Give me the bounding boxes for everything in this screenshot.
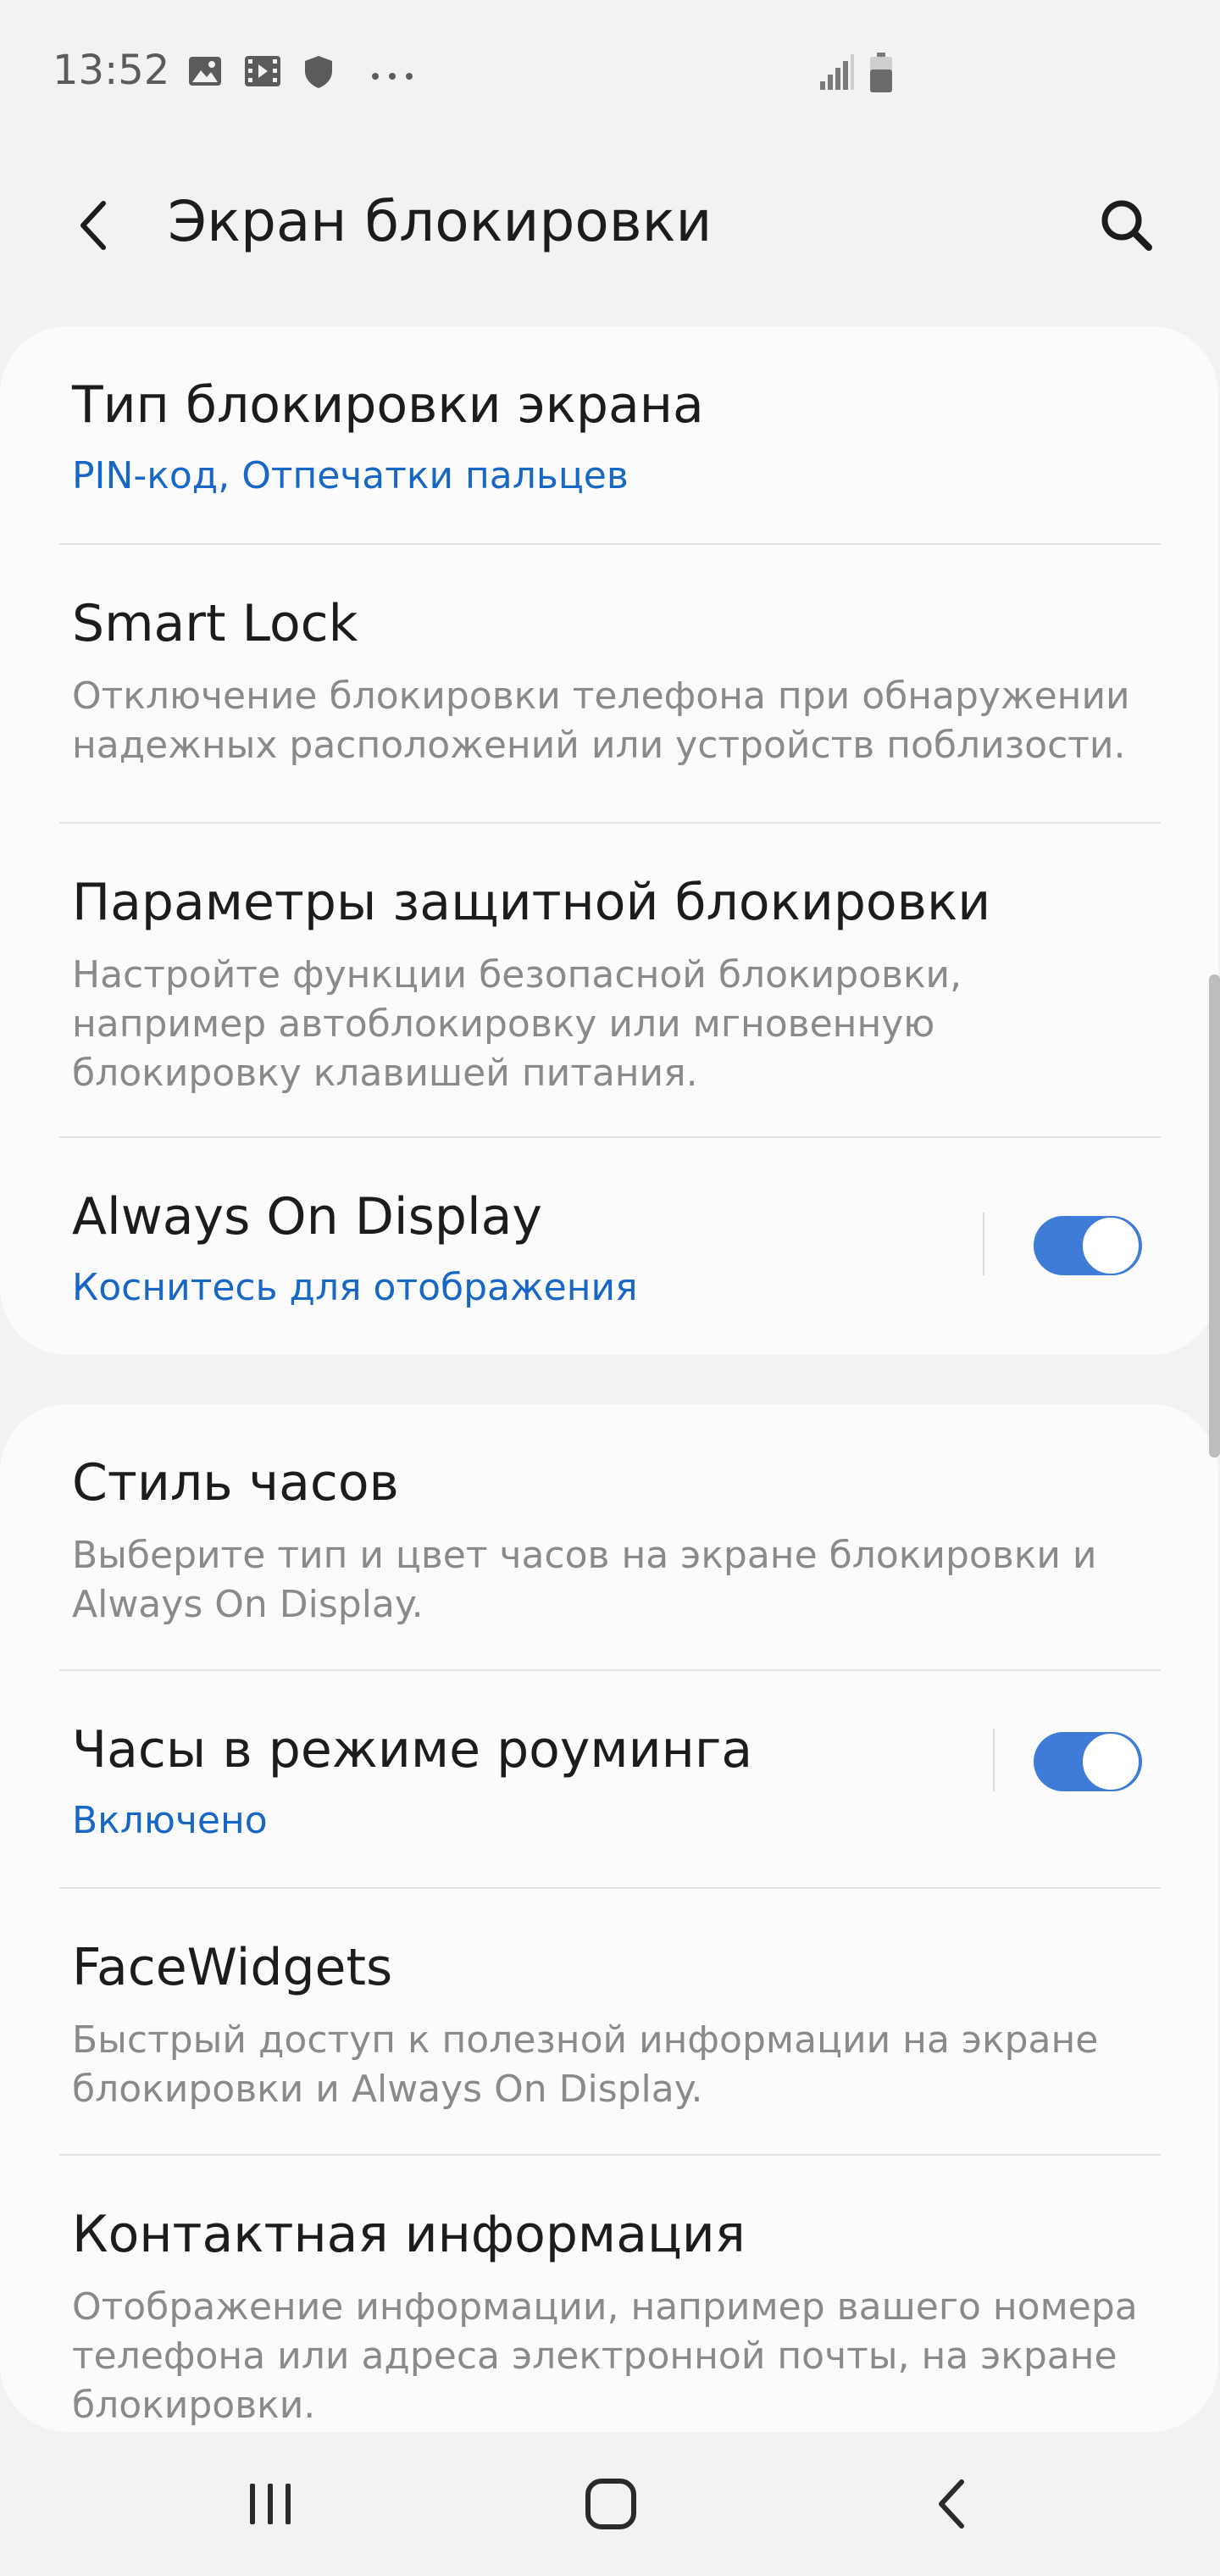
item-subtitle: Отключение блокировки телефона при обнар… (72, 675, 1130, 767)
roaming-clock-toggle[interactable] (1034, 1732, 1142, 1791)
clock-settings-card: Стиль часов Выберите тип и цвет часов на… (0, 1404, 1218, 2432)
video-icon (244, 54, 281, 92)
home-button[interactable] (547, 2457, 674, 2551)
item-subtitle: Коснитесь для отображения (72, 1266, 638, 1309)
search-icon (1101, 200, 1152, 251)
navigation-bar (0, 2440, 1220, 2576)
back-button[interactable] (59, 183, 127, 268)
screen: 13:52 Экран блокировки Тип блокировки эк… (0, 0, 1220, 2576)
back-icon (939, 2479, 964, 2529)
list-item-contact-info[interactable]: Контактная информация Отображение информ… (0, 2156, 1218, 2432)
search-button[interactable] (1084, 183, 1169, 268)
battery-icon (869, 53, 893, 97)
scrollbar[interactable] (1209, 974, 1220, 1457)
list-item-facewidgets[interactable]: FaceWidgets Быстрый доступ к полезной ин… (0, 1889, 1218, 2155)
recent-apps-icon (250, 2484, 291, 2524)
roaming-clock-toggle-area (993, 1713, 1188, 1807)
list-item-always-on-display[interactable]: Always On Display Коснитесь для отображе… (0, 1138, 1218, 1355)
list-item-smart-lock[interactable]: Smart Lock Отключение блокировки телефон… (0, 545, 1218, 823)
list-item-clock-style[interactable]: Стиль часов Выберите тип и цвет часов на… (0, 1404, 1218, 1670)
nav-back-button[interactable] (888, 2457, 1015, 2551)
signal-icon (820, 53, 854, 95)
recent-apps-button[interactable] (207, 2457, 334, 2551)
item-title: Smart Lock (72, 594, 358, 653)
item-title: Контактная информация (72, 2205, 746, 2264)
page-title: Экран блокировки (168, 189, 713, 254)
toggle-separator (983, 1213, 984, 1275)
toggle-separator (993, 1729, 995, 1791)
item-subtitle: Выберите тип и цвет часов на экране блок… (72, 1534, 1097, 1626)
item-title: Тип блокировки экрана (72, 375, 704, 435)
list-item-roaming-clock[interactable]: Часы в режиме роуминга Включено (0, 1671, 1218, 1888)
item-title: Параметры защитной блокировки (72, 873, 991, 932)
item-subtitle: PIN-код, Отпечатки пальцев (72, 454, 629, 497)
shield-icon (303, 54, 334, 93)
status-time: 13:52 (53, 47, 170, 94)
image-icon (188, 54, 222, 92)
item-title: Часы в режиме роуминга (72, 1720, 753, 1779)
item-subtitle: Быстрый доступ к полезной информации на … (72, 2018, 1099, 2111)
more-dots-icon (371, 68, 413, 84)
item-title: Стиль часов (72, 1453, 399, 1513)
app-bar: Экран блокировки (0, 149, 1220, 319)
list-item-secure-lock-settings[interactable]: Параметры защитной блокировки Настройте … (0, 824, 1218, 1137)
list-item-lock-type[interactable]: Тип блокировки экрана PIN-код, Отпечатки… (0, 326, 1218, 544)
item-title: Always On Display (72, 1187, 542, 1246)
toggle-knob (1081, 1732, 1140, 1791)
toggle-knob (1081, 1216, 1140, 1275)
status-bar: 13:52 (0, 0, 1220, 149)
item-subtitle: Настройте функции безопасной блокировки,… (72, 953, 962, 1095)
item-subtitle: Включено (72, 1799, 268, 1842)
always-on-display-toggle-area (983, 1197, 1178, 1291)
home-icon (585, 2479, 636, 2529)
chevron-left-icon (80, 201, 106, 250)
always-on-display-toggle[interactable] (1034, 1216, 1142, 1275)
item-subtitle: Отображение информации, например вашего … (72, 2285, 1138, 2427)
lock-settings-card: Тип блокировки экрана PIN-код, Отпечатки… (0, 326, 1218, 1355)
item-title: FaceWidgets (72, 1938, 393, 1997)
